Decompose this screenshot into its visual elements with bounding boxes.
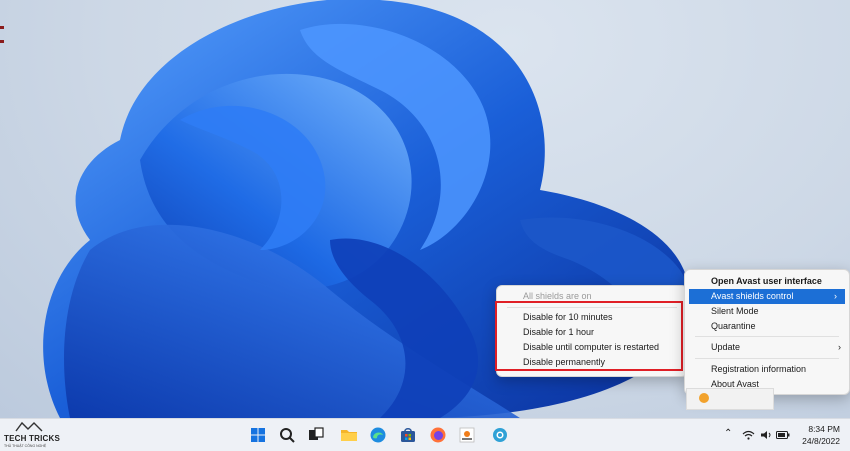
silent-mode-item[interactable]: Silent Mode	[685, 304, 849, 319]
open-avast-ui-item[interactable]: Open Avast user interface	[685, 274, 849, 289]
tech-tricks-logo: TECH TRICKS THỦ THUẬT CÔNG NGHỆ	[4, 421, 60, 449]
shields-control-label: Avast shields control	[711, 291, 794, 301]
clock-date: 24/8/2022	[802, 436, 840, 446]
menu-separator	[695, 358, 839, 359]
update-label: Update	[711, 342, 741, 352]
brand-subtitle: THỦ THUẬT CÔNG NGHỆ	[4, 444, 47, 448]
task-view-icon[interactable]	[307, 426, 325, 444]
annotation-highlight-box	[495, 301, 683, 371]
start-icon[interactable]	[249, 426, 267, 444]
edge-icon[interactable]	[369, 426, 387, 444]
chevron-right-icon: ›	[834, 291, 837, 301]
search-icon[interactable]	[278, 426, 296, 444]
brand-title: TECH TRICKS	[4, 434, 60, 443]
microsoft-store-icon[interactable]	[399, 426, 417, 444]
taskbar-clock[interactable]: 8:34 PM 24/8/2022	[802, 423, 840, 447]
tray-overflow-popup	[686, 388, 774, 410]
tech-tricks-logo-mark-icon	[15, 421, 43, 432]
menu-separator	[695, 336, 839, 337]
file-explorer-icon[interactable]	[340, 426, 358, 444]
speaker-icon[interactable]	[760, 430, 772, 440]
clock-time: 8:34 PM	[808, 424, 840, 434]
taskbar: TECH TRICKS THỦ THUẬT CÔNG NGHỆ ⌃ 8:34 P…	[0, 418, 850, 451]
avast-tray-icon[interactable]	[699, 393, 709, 403]
avast-tray-context-menu: Open Avast user interface Avast shields …	[684, 269, 850, 395]
desktop[interactable]: All shields are on Disable for 10 minute…	[0, 0, 850, 418]
registration-information-item[interactable]: Registration information	[685, 362, 849, 377]
firefox-icon[interactable]	[429, 426, 447, 444]
battery-icon[interactable]	[776, 431, 790, 439]
chevron-right-icon: ›	[838, 342, 841, 352]
quarantine-item[interactable]: Quarantine	[685, 319, 849, 334]
update-item[interactable]: Update ›	[685, 340, 849, 355]
avast-shields-control-item[interactable]: Avast shields control ›	[689, 289, 845, 304]
chevron-up-icon[interactable]: ⌃	[724, 428, 732, 439]
avast-setup-icon[interactable]	[458, 426, 476, 444]
app-icon[interactable]	[491, 426, 509, 444]
wifi-icon[interactable]	[742, 430, 755, 440]
